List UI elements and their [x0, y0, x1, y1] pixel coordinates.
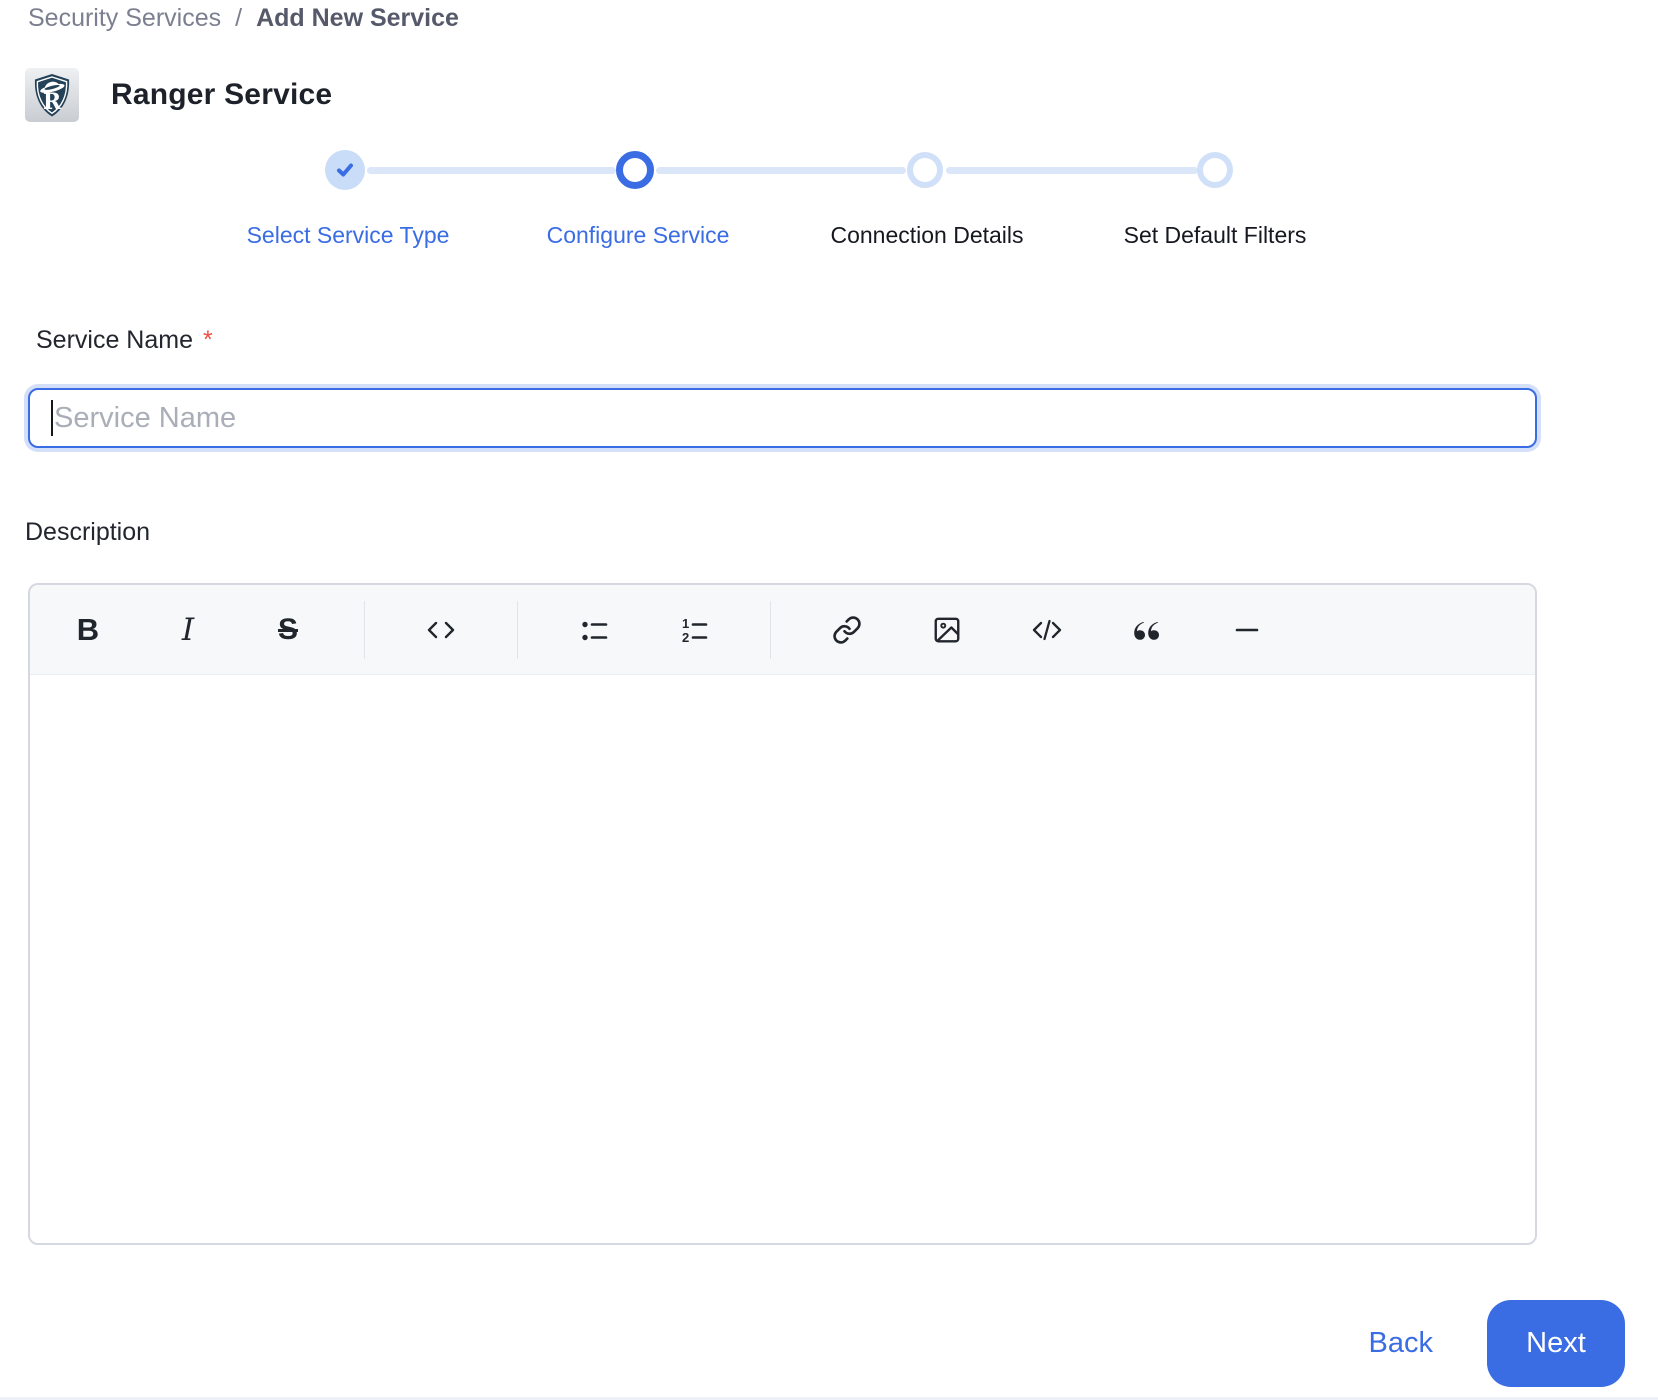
- add-new-service-page: Security Services / Add New Service R Ra…: [0, 0, 1658, 1400]
- page-title: Ranger Service: [111, 78, 333, 111]
- link-button[interactable]: [823, 606, 871, 654]
- breadcrumb: Security Services / Add New Service: [28, 4, 459, 33]
- italic-icon: I: [181, 611, 195, 648]
- description-rich-text-editor: B I S 1 2: [28, 583, 1537, 1245]
- breadcrumb-separator: /: [235, 4, 243, 32]
- bold-button[interactable]: B: [64, 606, 112, 654]
- horizontal-rule-button[interactable]: [1223, 606, 1271, 654]
- strikethrough-icon: S: [277, 612, 298, 646]
- description-text-area[interactable]: [30, 675, 1535, 1243]
- service-name-label: Service Name *: [36, 326, 213, 355]
- next-button[interactable]: Next: [1487, 1300, 1625, 1387]
- step-connection-details-circle[interactable]: [907, 152, 943, 188]
- svg-text:2: 2: [682, 630, 689, 645]
- svg-text:R: R: [43, 89, 62, 115]
- code-block-icon: [1032, 619, 1062, 640]
- breadcrumb-add-new-service: Add New Service: [256, 4, 459, 32]
- editor-toolbar: B I S 1 2: [30, 585, 1535, 675]
- horizontal-rule-icon: [1235, 628, 1259, 631]
- back-button[interactable]: Back: [1369, 1327, 1433, 1360]
- ranger-shield-logo: R: [25, 68, 79, 122]
- toolbar-divider: [364, 600, 365, 659]
- step-select-service-type-circle[interactable]: [325, 150, 365, 190]
- strikethrough-button[interactable]: S: [264, 606, 312, 654]
- blockquote-icon: [1134, 621, 1159, 640]
- step-set-default-filters-circle[interactable]: [1197, 152, 1233, 188]
- toolbar-divider: [517, 600, 518, 659]
- stepper-labels: Select Service Type Configure Service Co…: [200, 222, 1360, 252]
- inline-code-icon: [427, 621, 455, 638]
- blockquote-button[interactable]: [1123, 606, 1171, 654]
- bullet-list-icon: [582, 621, 608, 640]
- code-block-button[interactable]: [1023, 606, 1071, 654]
- link-icon: [833, 615, 861, 644]
- wizard-footer-actions: Back Next: [1369, 1300, 1625, 1387]
- description-label: Description: [25, 518, 151, 546]
- required-asterisk: *: [203, 326, 213, 354]
- stepper-circles: [200, 150, 1360, 190]
- svg-text:1: 1: [682, 616, 689, 631]
- service-title-row: R Ranger Service: [25, 68, 332, 122]
- service-name-label-text: Service Name: [36, 326, 193, 354]
- bullet-list-button[interactable]: [570, 606, 618, 654]
- step-label-set-default-filters[interactable]: Set Default Filters: [1124, 222, 1307, 249]
- bold-icon: B: [76, 611, 100, 647]
- step-label-configure-service[interactable]: Configure Service: [547, 222, 730, 249]
- inline-code-button[interactable]: [417, 606, 465, 654]
- stepper-connector: [656, 167, 906, 174]
- check-icon: [337, 163, 353, 177]
- stepper-connector: [946, 167, 1198, 174]
- toolbar-divider: [770, 600, 771, 659]
- ordered-list-icon: 1 2: [682, 616, 708, 645]
- wizard-stepper: Select Service Type Configure Service Co…: [200, 150, 1360, 252]
- service-name-input[interactable]: [28, 388, 1537, 448]
- breadcrumb-security-services[interactable]: Security Services: [28, 4, 221, 33]
- stepper-connector: [367, 167, 616, 174]
- image-icon: [934, 617, 960, 642]
- italic-button[interactable]: I: [164, 606, 212, 654]
- step-configure-service-circle[interactable]: [616, 151, 654, 189]
- ordered-list-button[interactable]: 1 2: [670, 606, 718, 654]
- image-button[interactable]: [923, 606, 971, 654]
- step-label-connection-details[interactable]: Connection Details: [830, 222, 1023, 249]
- step-label-select-service-type[interactable]: Select Service Type: [247, 222, 450, 249]
